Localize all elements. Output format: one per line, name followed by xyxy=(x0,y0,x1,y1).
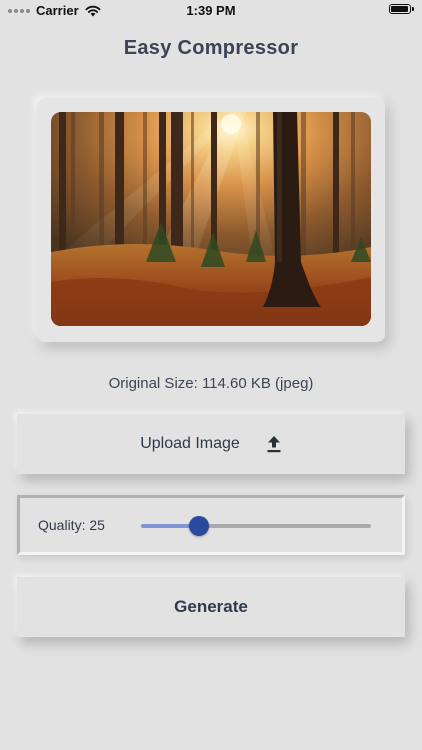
upload-image-button[interactable]: Upload Image xyxy=(17,414,405,474)
original-size-text: Original Size: 114.60 KB (jpeg) xyxy=(108,375,314,392)
image-preview-card xyxy=(37,98,385,342)
status-bar: Carrier 1:39 PM xyxy=(0,0,422,22)
upload-icon xyxy=(266,435,282,453)
generate-button[interactable]: Generate xyxy=(17,577,405,637)
battery-icon xyxy=(389,4,414,14)
upload-button-label: Upload Image xyxy=(140,435,240,452)
generate-button-label: Generate xyxy=(174,597,248,616)
slider-thumb[interactable] xyxy=(188,516,209,536)
status-time: 1:39 PM xyxy=(186,3,236,18)
preview-image xyxy=(51,112,371,326)
quality-slider[interactable] xyxy=(141,498,371,552)
quality-label: Quality: 25 xyxy=(38,517,105,533)
page-title: Easy Compressor xyxy=(123,37,299,59)
quality-panel: Quality: 25 xyxy=(17,495,405,555)
